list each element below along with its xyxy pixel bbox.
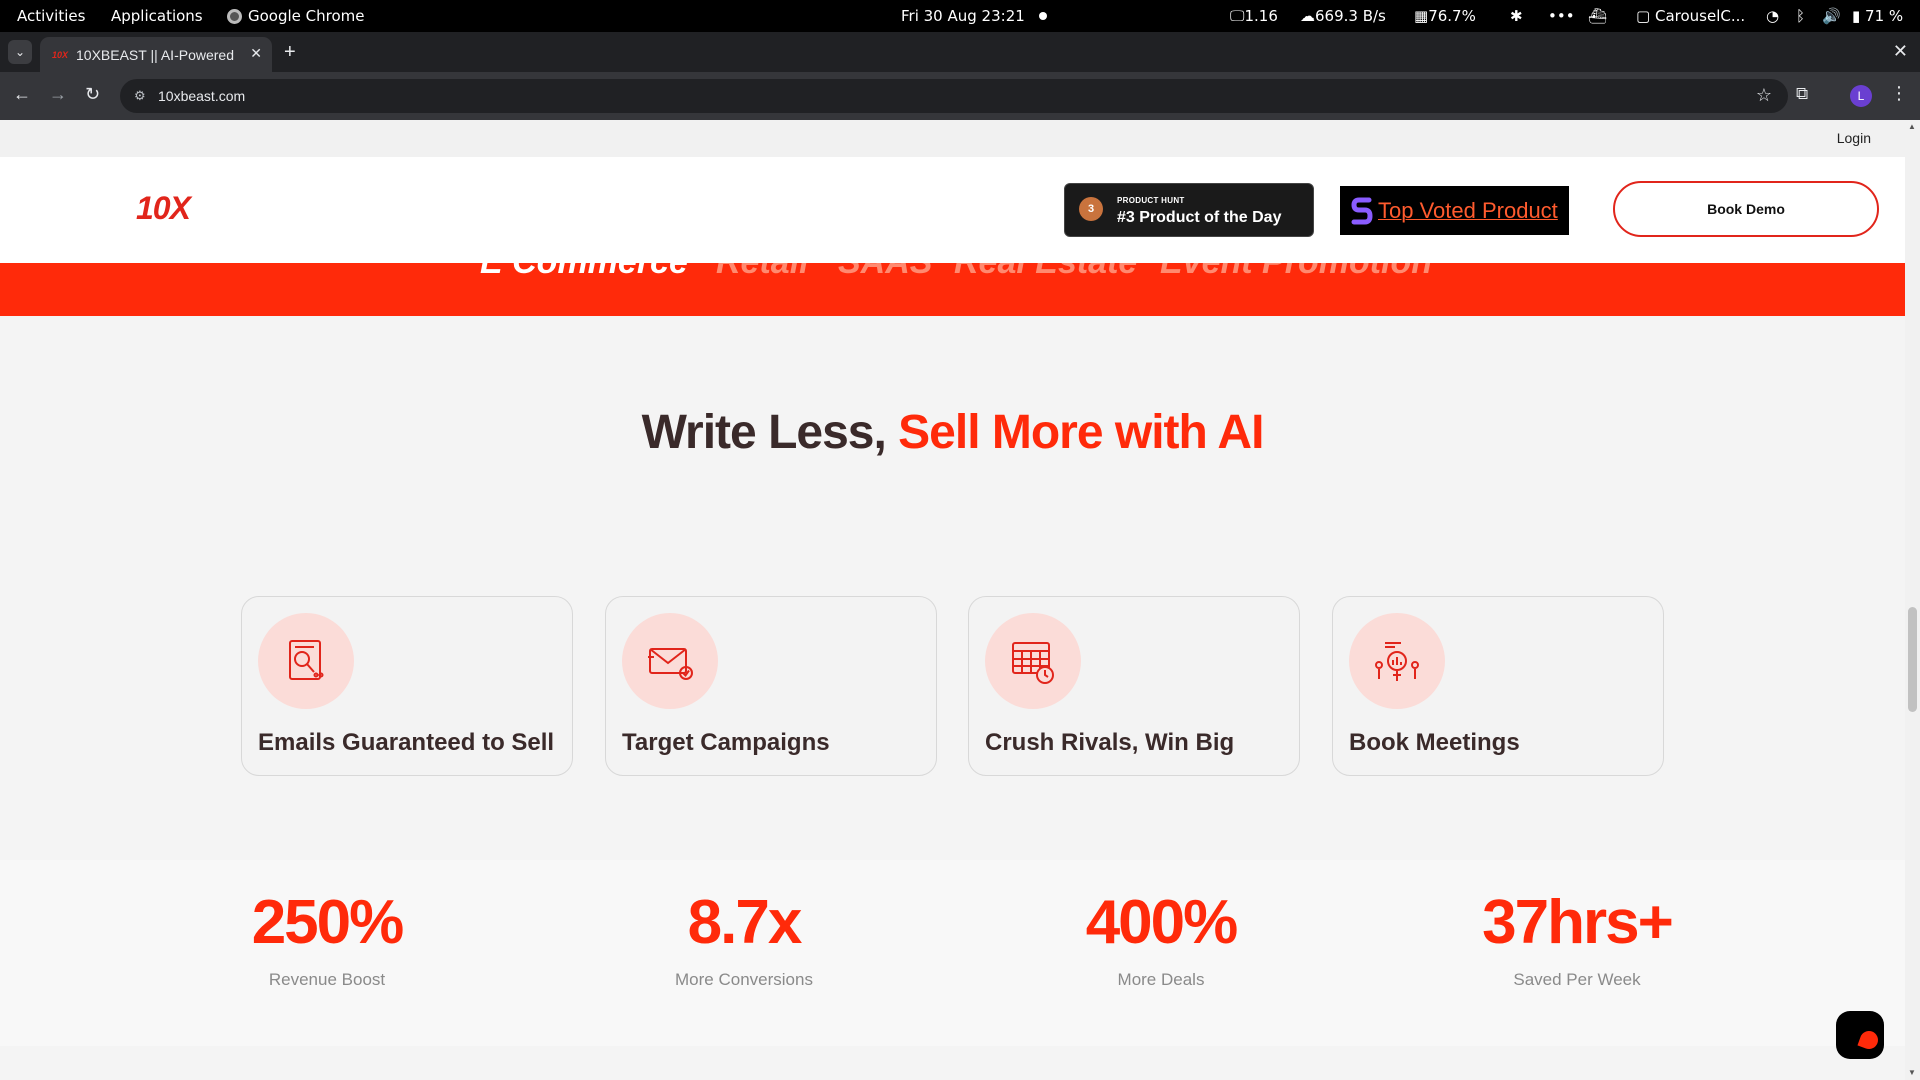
feature-card-title: Crush Rivals, Win Big bbox=[985, 729, 1235, 756]
top-voted-badge[interactable]: Top Voted Product bbox=[1340, 186, 1569, 235]
site-header: 10X 3 PRODUCT HUNT #3 Product of the Day… bbox=[0, 157, 1905, 263]
site-favicon-icon: 10X bbox=[52, 49, 69, 60]
bluetooth-icon[interactable]: ᛒ bbox=[1796, 0, 1805, 32]
headline-accent: Sell More with AI bbox=[898, 406, 1264, 459]
site-info-icon[interactable]: ⚙ bbox=[134, 88, 146, 104]
recording-indicator bbox=[1039, 0, 1047, 32]
overflow-tray[interactable]: ••• bbox=[1548, 0, 1575, 32]
applications-menu[interactable]: Applications bbox=[111, 0, 203, 32]
stat-item: 8.7x More Conversions bbox=[534, 888, 954, 990]
headline-dark: Write Less, bbox=[641, 406, 899, 459]
envelope-check-icon bbox=[622, 613, 718, 709]
feature-card-title: Emails Guaranteed to Sell bbox=[258, 729, 555, 756]
ribbon-item: Event Promotion bbox=[1160, 263, 1432, 282]
tab-search-button[interactable]: ⌄ bbox=[8, 40, 32, 64]
medal-icon: 3 bbox=[1079, 197, 1103, 221]
login-link[interactable]: Login bbox=[1837, 130, 1871, 146]
window-indicator[interactable]: ▢ CarouselC... bbox=[1636, 0, 1745, 32]
docker-tray-icon[interactable]: ⛴ bbox=[1588, 0, 1607, 32]
battery-indicator[interactable]: ▮ 71 % bbox=[1852, 0, 1903, 32]
system-top-bar: Activities Applications Google Chrome Fr… bbox=[0, 0, 1920, 32]
chat-bubble-icon bbox=[1857, 1028, 1881, 1052]
active-tab[interactable]: 10X 10XBEAST || AI-Powered ✕ bbox=[40, 37, 272, 72]
address-bar[interactable]: ⚙ 10xbeast.com ☆ bbox=[120, 79, 1788, 113]
feature-card[interactable]: Target Campaigns bbox=[605, 596, 937, 776]
feature-card-title: Target Campaigns bbox=[622, 729, 830, 756]
close-tab-icon[interactable]: ✕ bbox=[250, 45, 262, 62]
wifi-icon[interactable]: ◔ bbox=[1766, 0, 1779, 32]
stat-label: Saved Per Week bbox=[1513, 970, 1641, 989]
ribbon-item: Retail bbox=[716, 263, 809, 282]
feature-card[interactable]: Crush Rivals, Win Big bbox=[968, 596, 1300, 776]
calendar-clock-icon bbox=[985, 613, 1081, 709]
browser-toolbar: ← → ↻ ⚙ 10xbeast.com ☆ ⧉ L ⋮ bbox=[0, 72, 1920, 120]
memory-chip-icon: ▦ bbox=[1414, 7, 1429, 25]
activities-button[interactable]: Activities bbox=[17, 0, 85, 32]
cpu-load-indicator[interactable]: 🖵 1.16 bbox=[1230, 0, 1278, 32]
stat-value: 250% bbox=[251, 888, 405, 957]
cloud-icon: ☁ bbox=[1300, 7, 1315, 25]
product-hunt-badge[interactable]: 3 PRODUCT HUNT #3 Product of the Day bbox=[1064, 183, 1314, 237]
stat-item: 37hrs+ Saved Per Week bbox=[1367, 888, 1787, 990]
volume-icon[interactable]: 🔊 bbox=[1822, 0, 1841, 32]
chat-widget-button[interactable] bbox=[1836, 1011, 1884, 1059]
window-close-button[interactable]: ✕ bbox=[1893, 41, 1908, 62]
back-button[interactable]: ← bbox=[13, 84, 31, 105]
url-text: 10xbeast.com bbox=[158, 88, 246, 104]
scroll-up-icon[interactable]: ▲ bbox=[1908, 122, 1916, 131]
utility-bar: Login bbox=[0, 120, 1905, 157]
site-logo[interactable]: 10X bbox=[136, 190, 191, 227]
chrome-icon bbox=[227, 8, 242, 24]
slack-tray-icon[interactable]: ✱ bbox=[1510, 0, 1523, 32]
scroll-down-icon[interactable]: ▼ bbox=[1908, 1068, 1916, 1077]
bookmark-star-icon[interactable]: ☆ bbox=[1756, 85, 1772, 106]
clock[interactable]: Fri 30 Aug 23:21 bbox=[901, 0, 1025, 32]
ribbon-item: Real Estate bbox=[954, 263, 1137, 282]
stat-item: 400% More Deals bbox=[951, 888, 1371, 990]
browser-menu-icon[interactable]: ⋮ bbox=[1890, 83, 1908, 104]
app-menu[interactable]: Google Chrome bbox=[227, 0, 365, 32]
stat-value: 37hrs+ bbox=[1482, 888, 1674, 957]
web-page: Login 10X 3 PRODUCT HUNT #3 Product of t… bbox=[0, 120, 1905, 1080]
app-name: Google Chrome bbox=[248, 7, 365, 25]
stat-item: 250% Revenue Boost bbox=[117, 888, 537, 990]
clipboard-icon: ▢ bbox=[1636, 7, 1651, 25]
top-voted-text: Top Voted Product bbox=[1378, 197, 1558, 223]
stats-section: 250% Revenue Boost 8.7x More Conversions… bbox=[0, 860, 1905, 1046]
tab-title: 10XBEAST || AI-Powered bbox=[76, 46, 234, 63]
stat-value: 8.7x bbox=[687, 888, 803, 957]
battery-icon: ▮ bbox=[1852, 7, 1861, 25]
feature-card[interactable]: Emails Guaranteed to Sell bbox=[241, 596, 573, 776]
feature-card[interactable]: Book Meetings bbox=[1332, 596, 1664, 776]
product-hunt-rank: #3 Product of the Day bbox=[1117, 209, 1282, 226]
page-scrollbar[interactable]: ▲ ▼ bbox=[1905, 120, 1920, 1080]
book-demo-button[interactable]: Book Demo bbox=[1613, 181, 1879, 237]
reload-button[interactable]: ↻ bbox=[85, 84, 100, 105]
tab-strip: ⌄ 10X 10XBEAST || AI-Powered ✕ + ✕ bbox=[0, 32, 1920, 72]
s-logo-icon bbox=[1350, 195, 1374, 227]
meeting-presentation-icon bbox=[1349, 613, 1445, 709]
stat-label: More Conversions bbox=[675, 970, 813, 989]
ribbon-item: SAAS bbox=[838, 263, 932, 282]
stat-label: Revenue Boost bbox=[268, 970, 386, 989]
product-hunt-label: PRODUCT HUNT bbox=[1117, 196, 1185, 205]
feature-card-title: Book Meetings bbox=[1349, 729, 1520, 756]
scroll-thumb[interactable] bbox=[1908, 607, 1917, 712]
stat-value: 400% bbox=[1085, 888, 1239, 957]
new-tab-button[interactable]: + bbox=[284, 41, 296, 64]
profile-avatar[interactable]: L bbox=[1850, 85, 1872, 107]
forward-button[interactable]: → bbox=[49, 84, 67, 105]
extensions-puzzle-icon[interactable]: ⧉ bbox=[1796, 84, 1808, 104]
network-speed-indicator[interactable]: ☁ 669.3 B/s bbox=[1300, 0, 1386, 32]
section-headline: Write Less, Sell More with AI bbox=[0, 405, 1905, 460]
email-analysis-icon bbox=[258, 613, 354, 709]
memory-indicator[interactable]: ▦ 76.7% bbox=[1414, 0, 1476, 32]
monitor-icon: 🖵 bbox=[1230, 7, 1245, 25]
ribbon-item: E Commerce bbox=[480, 263, 688, 282]
industry-ribbon: E Commerce Retail SAAS Real Estate Event… bbox=[0, 263, 1905, 316]
stat-label: More Deals bbox=[1117, 970, 1205, 989]
